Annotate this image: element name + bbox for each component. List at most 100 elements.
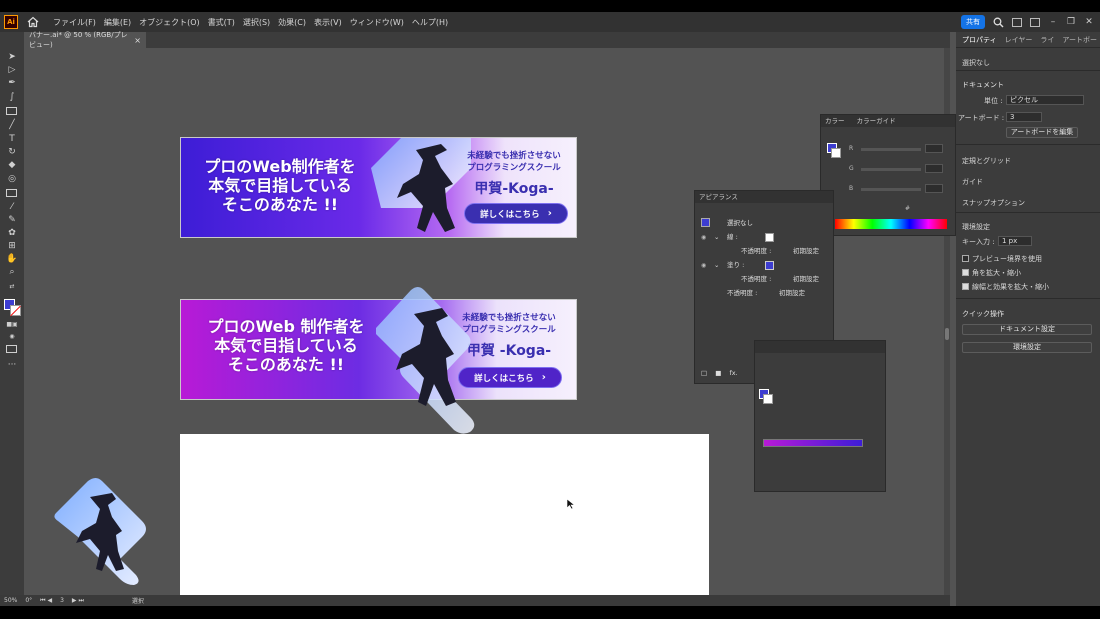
artboard-number[interactable]: 3 xyxy=(56,597,68,604)
share-button[interactable]: 共有 xyxy=(961,15,985,29)
mouse-cursor-icon xyxy=(566,498,576,510)
chevron-down-icon[interactable]: ⌄ xyxy=(714,261,719,269)
type-tool-icon[interactable]: T xyxy=(6,134,18,144)
rotate-tool-icon[interactable]: ↻ xyxy=(6,147,18,157)
fx-button[interactable]: fx. xyxy=(729,369,737,377)
color-panel[interactable]: カラー カラーガイド R G B # xyxy=(820,114,956,236)
menu-select[interactable]: 選択(S) xyxy=(239,17,274,28)
eyedropper-tool-icon[interactable]: ⁄ xyxy=(6,202,18,212)
scale-corners-checkbox[interactable]: 角を拡大・縮小 xyxy=(962,268,1021,278)
color-mode-icon[interactable]: ■▣ xyxy=(6,320,18,330)
home-icon[interactable] xyxy=(27,16,39,28)
menu-object[interactable]: オブジェクト(O) xyxy=(135,17,204,28)
appearance-fill-opacity-row[interactable]: 不透明度 : 初期設定 xyxy=(701,273,825,286)
fill-color-swatch[interactable] xyxy=(765,261,774,270)
eye-icon[interactable]: ◉ xyxy=(701,231,710,244)
add-stroke-icon[interactable]: □ xyxy=(701,369,707,377)
artboard-select[interactable]: 3 xyxy=(1006,112,1042,122)
add-fill-icon[interactable]: ■ xyxy=(715,369,721,377)
tab-close-icon[interactable]: × xyxy=(134,36,141,45)
blend-tool-icon[interactable]: ✎ xyxy=(6,215,18,225)
gradient-stroke-swatch[interactable] xyxy=(763,394,773,404)
r-slider[interactable] xyxy=(861,148,921,151)
workspace-icon[interactable] xyxy=(1030,17,1040,27)
banner-artboard-1[interactable]: プロのWeb制作者を 本気で目指している そこのあなた !! 未経験でも挫折させ… xyxy=(180,137,577,238)
preferences-button[interactable]: 環境設定 xyxy=(962,342,1092,353)
menu-help[interactable]: ヘルプ(H) xyxy=(408,17,452,28)
rectangle-tool-icon[interactable] xyxy=(6,107,17,115)
menu-effect[interactable]: 効果(C) xyxy=(274,17,310,28)
scale-strokes-checkbox[interactable]: 線幅と効果を拡大・縮小 xyxy=(962,282,1049,292)
close-icon[interactable]: ✕ xyxy=(1084,17,1094,27)
artboard-nav-icon[interactable]: ⏮ ◀ xyxy=(36,597,56,605)
scroll-thumb[interactable] xyxy=(945,328,949,340)
menu-window[interactable]: ウィンドウ(W) xyxy=(346,17,408,28)
pencil-tool-icon[interactable]: ╱ xyxy=(6,120,18,130)
color-spectrum[interactable] xyxy=(835,219,947,229)
eye-icon[interactable]: ◉ xyxy=(701,259,710,272)
snap-options-label: スナップオプション xyxy=(962,199,1025,207)
document-setup-button[interactable]: ドキュメント設定 xyxy=(962,324,1092,335)
appearance-fill-row[interactable]: ◉ ⌄ 塗り : xyxy=(701,259,825,272)
edit-artboards-button[interactable]: アートボードを編集 xyxy=(1006,127,1078,138)
banner-2-ninja-illustration[interactable] xyxy=(356,278,496,438)
minimize-icon[interactable]: – xyxy=(1048,17,1058,27)
unit-select[interactable]: ピクセル xyxy=(1006,95,1084,105)
tab-libraries[interactable]: ライ xyxy=(1040,35,1054,45)
gradient-panel[interactable] xyxy=(754,340,886,492)
document-tab[interactable]: バナー.ai* @ 50 % (RGB/プレビュー) × xyxy=(24,31,146,49)
menu-file[interactable]: ファイル(F) xyxy=(49,17,100,28)
search-icon[interactable] xyxy=(993,17,1004,28)
curvature-tool-icon[interactable]: ∫ xyxy=(6,92,18,102)
tab-artboards[interactable]: アートボー xyxy=(1062,35,1097,45)
appearance-selection-row[interactable]: 選択なし xyxy=(701,217,825,230)
properties-panel: プロパティ レイヤー ライ アートボー 選択なし ドキュメント 単位 : ピクセ… xyxy=(956,32,1100,606)
menu-view[interactable]: 表示(V) xyxy=(310,17,346,28)
banner-1-brand: 甲賀-Koga- xyxy=(474,181,554,197)
symbol-sprayer-tool-icon[interactable]: ✿ xyxy=(6,228,18,238)
artboard-tool-icon[interactable]: ⊞ xyxy=(6,241,18,251)
color-panel-stroke-swatch[interactable] xyxy=(831,148,841,158)
shape-builder-tool-icon[interactable]: ◎ xyxy=(6,174,18,184)
r-input[interactable] xyxy=(925,144,943,153)
banner-1-cta-button[interactable]: 詳しくはこちら › xyxy=(464,203,568,224)
b-slider[interactable] xyxy=(861,188,921,191)
stroke-none-swatch[interactable] xyxy=(765,233,774,242)
menu-type[interactable]: 書式(T) xyxy=(204,17,239,28)
g-slider[interactable] xyxy=(861,168,921,171)
tab-layers[interactable]: レイヤー xyxy=(1005,35,1033,45)
appearance-object-opacity-row[interactable]: 不透明度 : 初期設定 xyxy=(701,287,825,300)
tab-color-guide[interactable]: カラーガイド xyxy=(857,117,896,125)
hand-tool-icon[interactable]: ✋ xyxy=(6,254,18,264)
direct-selection-tool-icon[interactable]: ▷ xyxy=(6,65,18,75)
artboard-3-blank[interactable] xyxy=(180,434,709,595)
maximize-icon[interactable]: ❐ xyxy=(1066,17,1076,27)
tab-properties[interactable]: プロパティ xyxy=(962,35,997,45)
ninja-mask-shape[interactable] xyxy=(50,473,154,585)
appearance-stroke-row[interactable]: ◉ ⌄ 線 : xyxy=(701,231,825,244)
eraser-tool-icon[interactable]: ◆ xyxy=(6,160,18,170)
stroke-swatch[interactable] xyxy=(10,305,21,316)
zoom-level[interactable]: 50% xyxy=(0,597,21,604)
menu-edit[interactable]: 編集(E) xyxy=(100,17,135,28)
pen-tool-icon[interactable]: ✒ xyxy=(6,78,18,88)
artboard-nav-next-icon[interactable]: ▶ ⏭ xyxy=(68,597,88,605)
more-tools-icon[interactable]: ··· xyxy=(6,360,18,370)
arrange-documents-icon[interactable] xyxy=(1012,17,1022,27)
tab-color[interactable]: カラー xyxy=(825,117,845,125)
zoom-tool-icon[interactable]: ⌕ xyxy=(6,267,18,277)
swap-colors-icon[interactable]: ⇄ xyxy=(6,282,18,292)
key-increment-input[interactable]: 1 px xyxy=(998,236,1032,246)
rotation-value[interactable]: 0° xyxy=(21,597,36,604)
ruler-grid-label: 定規とグリッド xyxy=(962,157,1011,165)
gradient-tool-icon[interactable] xyxy=(6,189,17,197)
screen-mode-icon[interactable] xyxy=(6,345,17,353)
gradient-slider[interactable] xyxy=(763,439,863,447)
preview-bounds-checkbox[interactable]: プレビュー境界を使用 xyxy=(962,254,1042,264)
selection-tool-icon[interactable]: ➤ xyxy=(6,52,18,62)
draw-mode-icon[interactable]: ◉ xyxy=(6,332,18,342)
g-input[interactable] xyxy=(925,164,943,173)
b-input[interactable] xyxy=(925,184,943,193)
appearance-stroke-opacity-row[interactable]: 不透明度 : 初期設定 xyxy=(701,245,825,258)
chevron-down-icon[interactable]: ⌄ xyxy=(714,233,719,241)
